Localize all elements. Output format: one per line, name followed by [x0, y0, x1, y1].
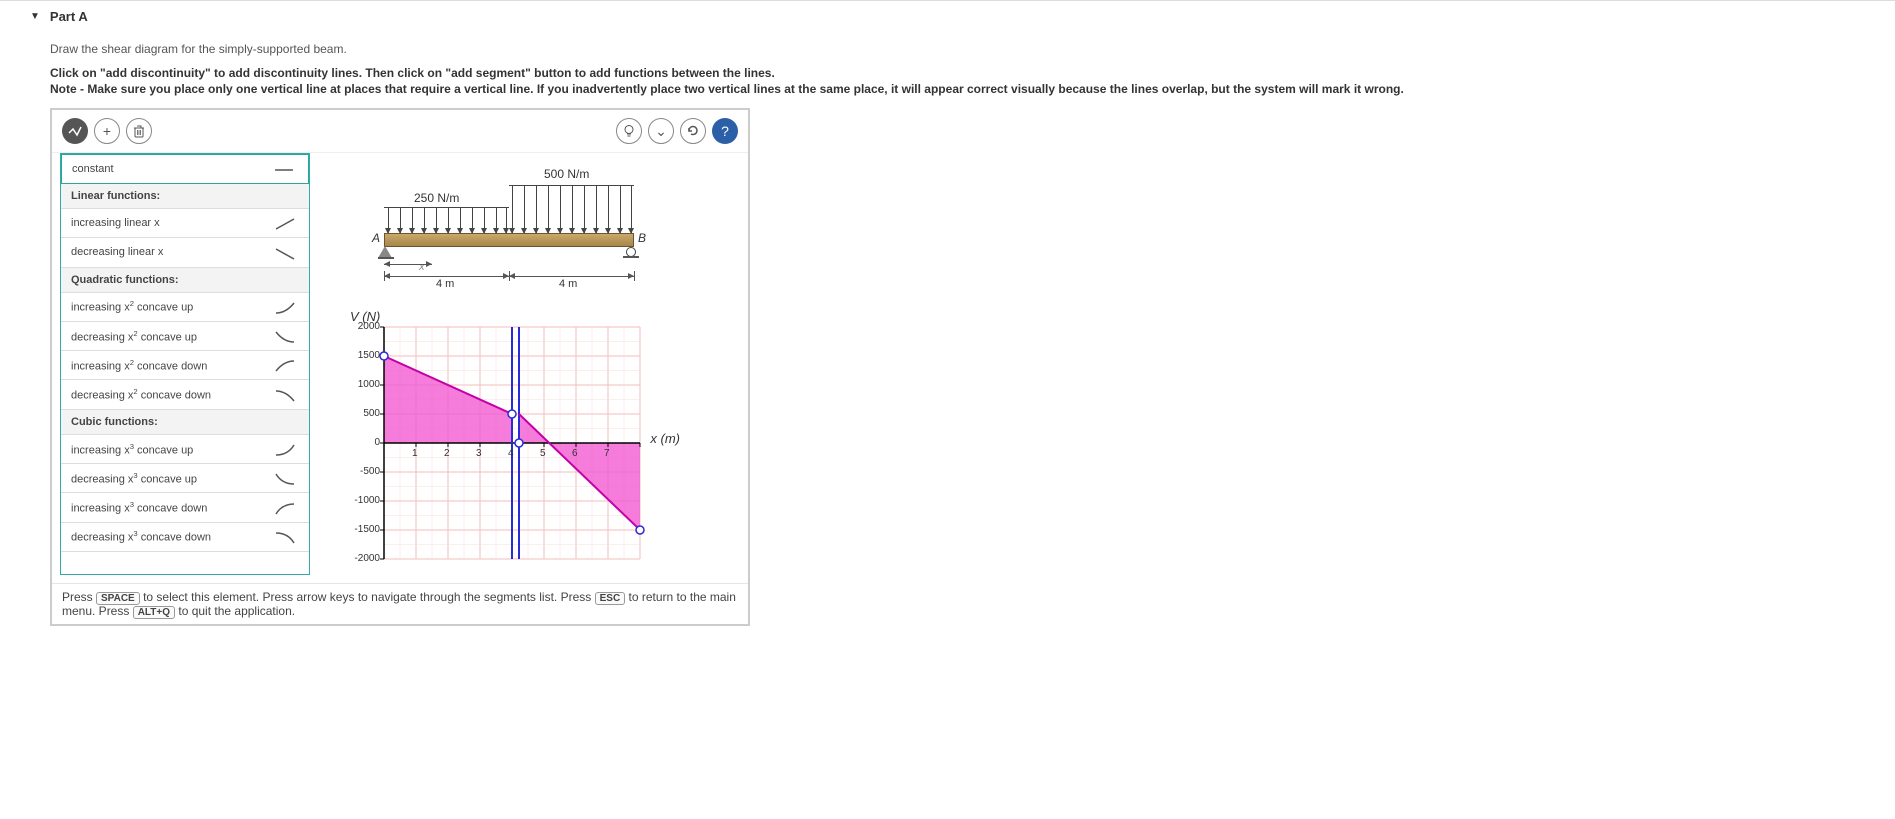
ytick: 1500: [346, 350, 380, 361]
inc-linear-icon: [271, 215, 299, 231]
menu-label: increasing x3 concave down: [71, 500, 207, 515]
support-roller-icon: [626, 247, 639, 258]
hint-button[interactable]: [616, 118, 642, 144]
part-label: Part A: [50, 9, 88, 24]
instructions-line-1: Click on "add discontinuity" to add disc…: [50, 66, 1855, 80]
menu-label: decreasing linear x: [71, 246, 163, 258]
menu-header-linear: Linear functions:: [61, 184, 309, 209]
chevron-down-icon: ⌄: [655, 123, 667, 140]
x-var-label: x: [419, 261, 425, 273]
dec-c-cdn-icon: [271, 529, 299, 545]
xtick: 2: [444, 448, 450, 459]
constant-glyph-icon: [270, 161, 298, 177]
menu-header-cubic: Cubic functions:: [61, 410, 309, 435]
draw-icon: [67, 123, 83, 139]
xtick: 1: [412, 448, 418, 459]
menu-inc-x2-concave-up[interactable]: increasing x2 concave up: [61, 293, 309, 322]
ytick: 1000: [346, 379, 380, 390]
ytick: -2000: [346, 553, 380, 564]
menu-dec-x3-concave-up[interactable]: decreasing x3 concave up: [61, 464, 309, 493]
collapse-icon: ▼: [30, 11, 40, 22]
point-A: A: [372, 231, 380, 245]
load2-label: 500 N/m: [544, 167, 589, 181]
menu-decreasing-linear[interactable]: decreasing linear x: [61, 238, 309, 267]
draw-tool-button[interactable]: [62, 118, 88, 144]
prompt-text: Draw the shear diagram for the simply-su…: [50, 42, 1855, 56]
menu-label: decreasing x2 concave down: [71, 387, 211, 402]
inc-q-cdn-icon: [271, 357, 299, 373]
xtick: 4: [508, 448, 514, 459]
span1: 4 m: [436, 278, 454, 290]
add-button[interactable]: +: [94, 118, 120, 144]
xtick: 6: [572, 448, 578, 459]
menu-label: decreasing x3 concave down: [71, 529, 211, 544]
menu-dec-x2-concave-down[interactable]: decreasing x2 concave down: [61, 380, 309, 409]
ytick: -1000: [346, 495, 380, 506]
menu-label: increasing x3 concave up: [71, 442, 193, 457]
drawing-widget: + ⌄ ? constant: [50, 108, 750, 626]
ytick: -1500: [346, 524, 380, 535]
keyboard-hint: Press SPACE to select this element. Pres…: [52, 583, 748, 624]
inc-c-cdn-icon: [271, 499, 299, 515]
toolbar: + ⌄ ?: [52, 110, 748, 153]
menu-inc-x3-concave-down[interactable]: increasing x3 concave down: [61, 493, 309, 522]
menu-label: increasing linear x: [71, 217, 160, 229]
question-icon: ?: [721, 123, 729, 139]
xtick: 3: [476, 448, 482, 459]
menu-dec-x2-concave-up[interactable]: decreasing x2 concave up: [61, 322, 309, 351]
menu-label: constant: [72, 163, 114, 175]
load1-label: 250 N/m: [414, 191, 459, 205]
menu-inc-x2-concave-down[interactable]: increasing x2 concave down: [61, 351, 309, 380]
menu-increasing-linear[interactable]: increasing linear x: [61, 209, 309, 238]
ytick: 0: [346, 437, 380, 448]
dec-linear-icon: [271, 244, 299, 260]
plus-icon: +: [103, 123, 111, 139]
span2: 4 m: [559, 278, 577, 290]
menu-label: decreasing x2 concave up: [71, 329, 197, 344]
dec-c-cup-icon: [271, 470, 299, 486]
help-button[interactable]: ?: [712, 118, 738, 144]
ytick: 2000: [346, 321, 380, 332]
reset-icon: [686, 124, 700, 138]
trash-icon: [132, 124, 146, 138]
menu-header-quadratic: Quadratic functions:: [61, 268, 309, 293]
function-menu: constant Linear functions: increasing li…: [60, 153, 310, 575]
beam-bar: [384, 233, 634, 247]
instructions-line-2: Note - Make sure you place only one vert…: [50, 82, 1855, 96]
part-header[interactable]: ▼ Part A: [0, 1, 1895, 32]
menu-dec-x3-concave-down[interactable]: decreasing x3 concave down: [61, 523, 309, 552]
menu-label: increasing x2 concave down: [71, 358, 207, 373]
dropdown-button[interactable]: ⌄: [648, 118, 674, 144]
dec-q-cdn-icon: [271, 386, 299, 402]
dec-q-cup-icon: [271, 328, 299, 344]
support-pin-icon: [378, 246, 394, 260]
reset-button[interactable]: [680, 118, 706, 144]
ytick: 500: [346, 408, 380, 419]
beam-figure: 250 N/m 500 N/m: [354, 163, 654, 303]
menu-inc-x3-concave-up[interactable]: increasing x3 concave up: [61, 435, 309, 464]
canvas-area: 250 N/m 500 N/m: [318, 153, 748, 583]
menu-label: increasing x2 concave up: [71, 299, 193, 314]
key-altq: ALT+Q: [133, 606, 175, 619]
shear-graph[interactable]: V (N) x (m): [344, 313, 674, 573]
graph-svg: [344, 313, 674, 573]
ytick: -500: [346, 466, 380, 477]
inc-c-cup-icon: [271, 441, 299, 457]
menu-constant[interactable]: constant: [61, 154, 309, 184]
delete-button[interactable]: [126, 118, 152, 144]
x-axis-label: x (m): [650, 431, 680, 446]
xtick: 5: [540, 448, 546, 459]
xtick: 7: [604, 448, 610, 459]
menu-label: decreasing x3 concave up: [71, 471, 197, 486]
lightbulb-icon: [622, 124, 636, 138]
inc-q-cup-icon: [271, 299, 299, 315]
point-B: B: [638, 231, 646, 245]
key-esc: ESC: [595, 592, 626, 605]
